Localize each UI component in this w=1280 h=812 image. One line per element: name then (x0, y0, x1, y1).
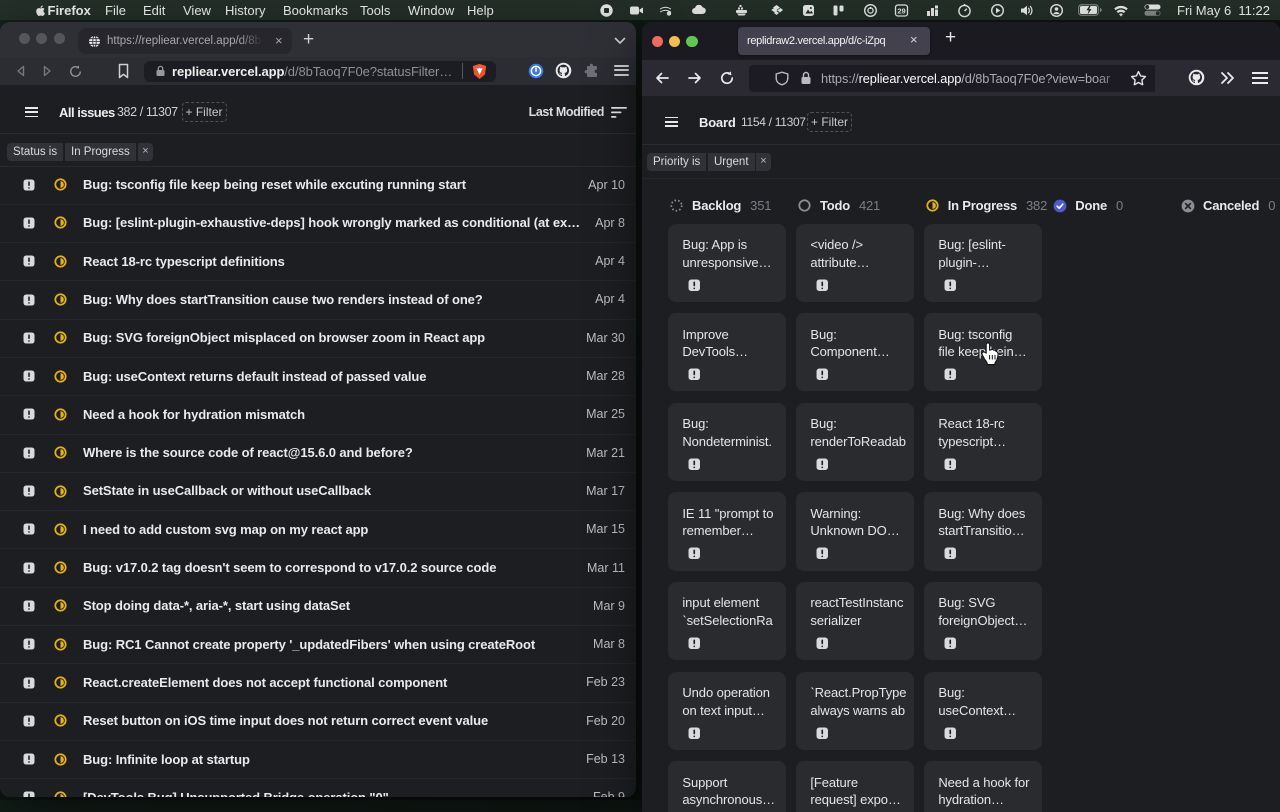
svg-text:29: 29 (897, 7, 905, 16)
